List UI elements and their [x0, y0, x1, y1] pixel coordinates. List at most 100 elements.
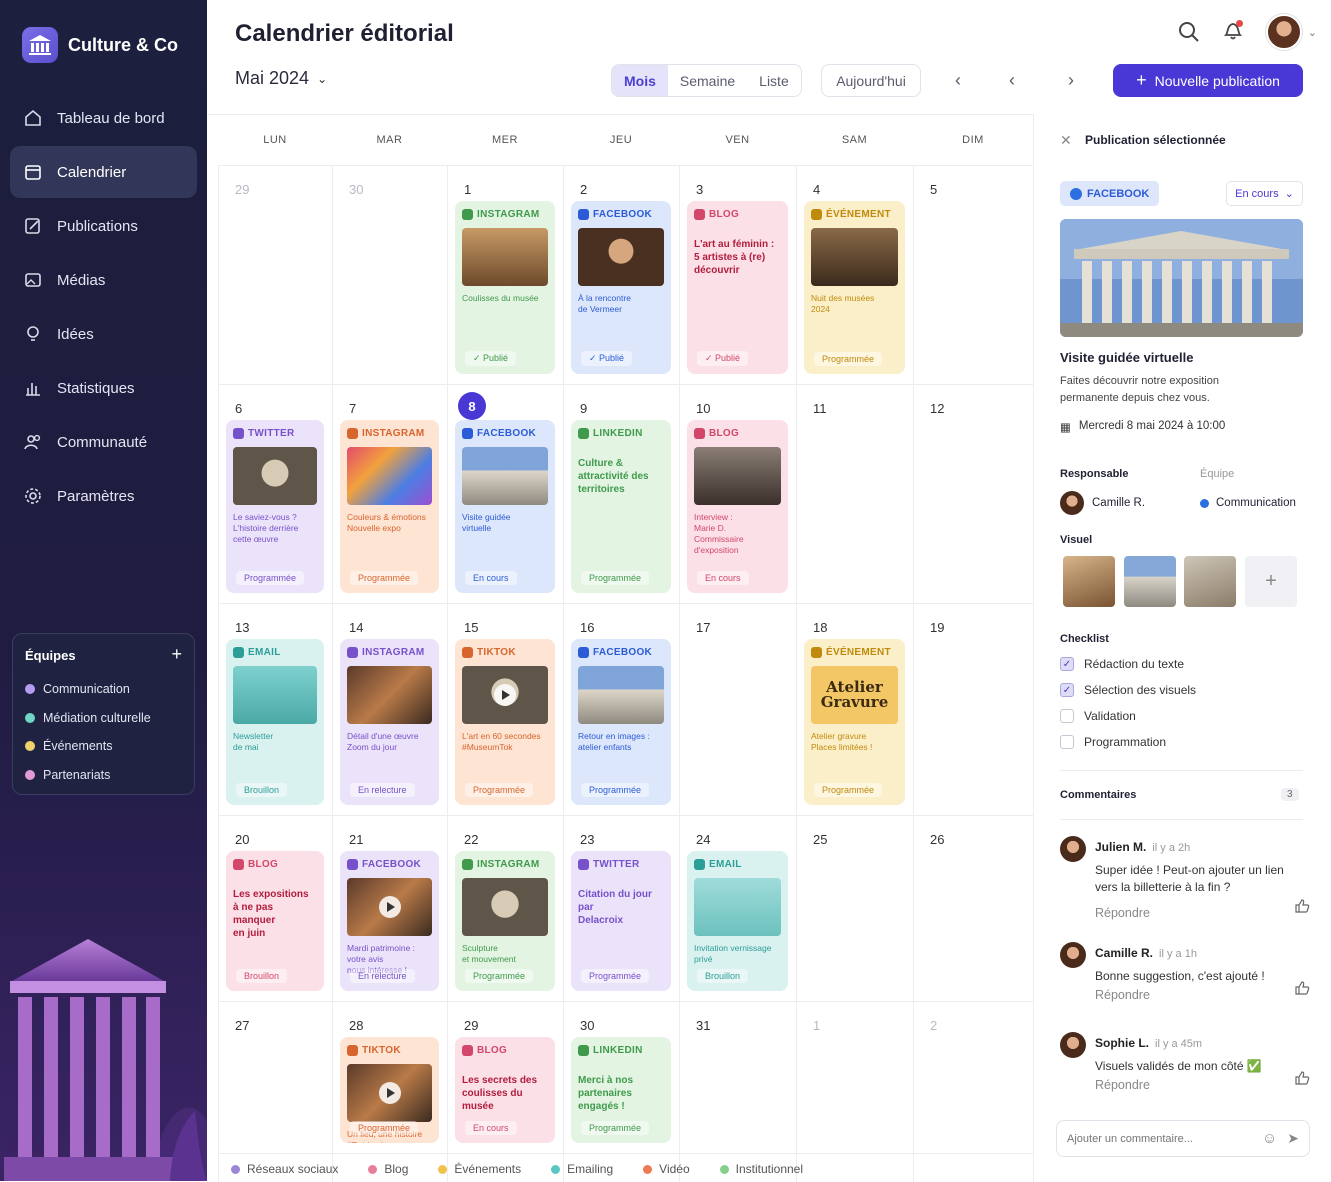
post-card[interactable]: ÉVÉNEMENT Nuit des musées 2024 Programmée — [804, 201, 905, 374]
post-card[interactable]: TIKTOKUn lieu, une histoire #PatrimoineP… — [340, 1037, 439, 1143]
prev-month-icon[interactable]: ‹ — [997, 64, 1027, 97]
nav-item-0[interactable]: Tableau de bord — [10, 92, 197, 144]
visual-thumb[interactable] — [1063, 556, 1115, 607]
team-item[interactable]: Médiation culturelle — [25, 704, 182, 733]
checkbox[interactable] — [1060, 709, 1074, 723]
day-number[interactable]: 13 — [235, 620, 249, 635]
day-number[interactable]: 22 — [464, 832, 478, 847]
user-avatar[interactable] — [1265, 14, 1302, 50]
view-month-tab[interactable]: Mois — [612, 65, 668, 96]
like-icon[interactable] — [1294, 980, 1310, 999]
emoji-icon[interactable]: ☺ — [1262, 1130, 1277, 1147]
day-number[interactable]: 14 — [349, 620, 363, 635]
day-number[interactable]: 11 — [813, 401, 827, 416]
post-card[interactable]: TWITTER Citation du jour par Delacroix Pro… — [571, 851, 671, 991]
post-card[interactable]: LINKEDIN Culture & attractivité des terri… — [571, 420, 671, 593]
send-icon[interactable]: ➤ — [1287, 1130, 1299, 1147]
status-select[interactable]: En cours ⌄ — [1226, 181, 1303, 206]
search-icon[interactable] — [1178, 21, 1200, 43]
post-card[interactable]: TWITTER Le saviez-vous ? L'histoire derri… — [226, 420, 324, 593]
post-card[interactable]: TIKTOK L'art en 60 secondes #MuseumTok Pro… — [455, 639, 555, 805]
day-number[interactable]: 19 — [930, 620, 944, 635]
reply-link[interactable]: Répondre — [1095, 906, 1150, 920]
team-item[interactable]: Événements — [25, 732, 182, 761]
like-icon[interactable] — [1294, 898, 1310, 917]
post-card[interactable]: FACEBOOK À la rencontre de Vermeer ✓ Publi… — [571, 201, 671, 374]
day-number[interactable]: 17 — [696, 620, 710, 635]
checklist-item[interactable]: Programmation — [1060, 729, 1196, 755]
reply-link[interactable]: Répondre — [1095, 1078, 1150, 1092]
day-number[interactable]: 26 — [930, 832, 944, 847]
day-number[interactable]: 28 — [349, 1018, 363, 1033]
day-number[interactable]: 24 — [696, 832, 710, 847]
nav-item-4[interactable]: Idées — [10, 308, 197, 360]
day-number[interactable]: 9 — [580, 401, 587, 416]
day-number[interactable]: 2 — [930, 1018, 937, 1033]
brand[interactable]: Culture & Co — [22, 27, 178, 63]
nav-item-6[interactable]: Communauté — [10, 416, 197, 468]
day-number[interactable]: 8 — [458, 392, 486, 420]
day-number[interactable]: 7 — [349, 401, 356, 416]
day-number[interactable]: 30 — [580, 1018, 594, 1033]
post-card[interactable]: FACEBOOK Visite guidée virtuelle En cours — [455, 420, 555, 593]
view-list-tab[interactable]: Liste — [747, 65, 801, 96]
post-card[interactable]: INSTAGRAM Couleurs & émotions Nouvelle ex… — [340, 420, 439, 593]
checklist-item[interactable]: ✓ Sélection des visuels — [1060, 677, 1196, 703]
view-week-tab[interactable]: Semaine — [668, 65, 747, 96]
day-number[interactable]: 12 — [930, 401, 944, 416]
day-number[interactable]: 27 — [235, 1018, 249, 1033]
month-selector[interactable]: Mai 2024 ⌄ — [235, 68, 327, 89]
post-card[interactable]: BLOG Les secrets des coulisses du musée En… — [455, 1037, 555, 1143]
post-card[interactable]: EMAIL Newsletter de mai Brouillon — [226, 639, 324, 805]
day-number[interactable]: 29 — [235, 182, 249, 197]
post-card[interactable]: BLOG L'art au féminin : 5 artistes à (re)… — [687, 201, 788, 374]
day-number[interactable]: 21 — [349, 832, 363, 847]
first-page-icon[interactable]: ‹ — [943, 64, 973, 97]
day-number[interactable]: 3 — [696, 182, 703, 197]
responsible-person[interactable]: Camille R. — [1060, 491, 1145, 515]
chevron-down-icon[interactable]: ⌄ — [1308, 26, 1317, 39]
day-number[interactable]: 25 — [813, 832, 827, 847]
checkbox[interactable]: ✓ — [1060, 683, 1074, 697]
nav-item-2[interactable]: Publications — [10, 200, 197, 252]
post-image[interactable] — [1060, 219, 1303, 337]
nav-item-7[interactable]: Paramètres — [10, 470, 197, 522]
post-card[interactable]: INSTAGRAM Sculpture et mouvement Programmé… — [455, 851, 555, 991]
day-number[interactable]: 16 — [580, 620, 594, 635]
day-number[interactable]: 18 — [813, 620, 827, 635]
add-visual-button[interactable]: + — [1245, 556, 1297, 607]
post-card[interactable]: ÉVÉNEMENT Atelier Gravure Atelier gravure … — [804, 639, 905, 805]
comment-input[interactable] — [1067, 1132, 1252, 1145]
next-month-icon[interactable]: › — [1056, 64, 1086, 97]
visual-thumb[interactable] — [1124, 556, 1176, 607]
day-number[interactable]: 2 — [580, 182, 587, 197]
checkbox[interactable] — [1060, 735, 1074, 749]
post-card[interactable]: FACEBOOK Mardi patrimoine : votre avis no… — [340, 851, 439, 991]
close-icon[interactable]: ✕ — [1060, 132, 1072, 149]
post-card[interactable]: LINKEDIN Merci à nos partenaires engagés … — [571, 1037, 671, 1143]
day-number[interactable]: 1 — [813, 1018, 820, 1033]
day-number[interactable]: 23 — [580, 832, 594, 847]
post-card[interactable]: BLOG Interview : Marie D. Commissaire d'e… — [687, 420, 788, 593]
nav-item-5[interactable]: Statistiques — [10, 362, 197, 414]
checklist-item[interactable]: ✓ Rédaction du texte — [1060, 651, 1196, 677]
day-number[interactable]: 30 — [349, 182, 363, 197]
day-number[interactable]: 20 — [235, 832, 249, 847]
visual-thumb[interactable] — [1184, 556, 1236, 607]
day-number[interactable]: 10 — [696, 401, 710, 416]
post-card[interactable]: FACEBOOK Retour en images : atelier enfan… — [571, 639, 671, 805]
post-card[interactable]: INSTAGRAM Détail d'une œuvre Zoom du jour… — [340, 639, 439, 805]
day-number[interactable]: 5 — [930, 182, 937, 197]
post-card[interactable]: INSTAGRAM Coulisses du musée ✓ Publié — [455, 201, 555, 374]
day-number[interactable]: 6 — [235, 401, 242, 416]
team-item[interactable]: Communication — [25, 675, 182, 704]
post-card[interactable]: EMAIL Invitation vernissage privé Brouillo… — [687, 851, 788, 991]
notifications-icon[interactable] — [1222, 19, 1244, 46]
post-card[interactable]: BLOG Les expositions à ne pas manquer en … — [226, 851, 324, 991]
day-number[interactable]: 4 — [813, 182, 820, 197]
checkbox[interactable]: ✓ — [1060, 657, 1074, 671]
add-team-icon[interactable]: + — [171, 645, 182, 663]
today-button[interactable]: Aujourd'hui — [821, 64, 921, 97]
day-number[interactable]: 1 — [464, 182, 471, 197]
new-publication-button[interactable]: + Nouvelle publication — [1113, 64, 1303, 97]
